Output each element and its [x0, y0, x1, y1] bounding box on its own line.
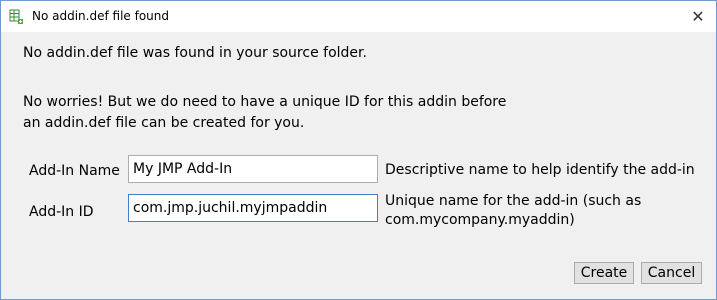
- dialog-window: No addin.def file found ✕ No addin.def f…: [0, 0, 717, 300]
- window-title: No addin.def file found: [32, 9, 169, 23]
- addin-name-description: Descriptive name to help identify the ad…: [385, 162, 695, 178]
- close-button[interactable]: ✕: [685, 5, 711, 27]
- addin-name-label: Add-In Name: [29, 163, 120, 179]
- addin-id-label: Add-In ID: [29, 204, 94, 220]
- cancel-button[interactable]: Cancel: [641, 262, 702, 284]
- title-bar: No addin.def file found ✕: [1, 1, 716, 32]
- addin-id-description-line-1: Unique name for the add-in (such as: [385, 193, 642, 209]
- close-icon: ✕: [691, 6, 705, 26]
- spreadsheet-script-icon: [9, 9, 25, 25]
- addin-id-description: Unique name for the add-in (such as com.…: [385, 192, 641, 230]
- addin-id-description-line-2: com.mycompany.myaddin): [385, 212, 575, 228]
- create-button[interactable]: Create: [574, 262, 634, 284]
- dialog-body: No addin.def file was found in your sour…: [1, 32, 716, 299]
- addin-name-input[interactable]: [128, 155, 378, 183]
- message-line-3: an addin.def file can be created for you…: [23, 115, 305, 131]
- message-line-1: No addin.def file was found in your sour…: [23, 45, 367, 61]
- message-line-2: No worries! But we do need to have a uni…: [23, 94, 507, 110]
- addin-id-input[interactable]: [128, 194, 378, 222]
